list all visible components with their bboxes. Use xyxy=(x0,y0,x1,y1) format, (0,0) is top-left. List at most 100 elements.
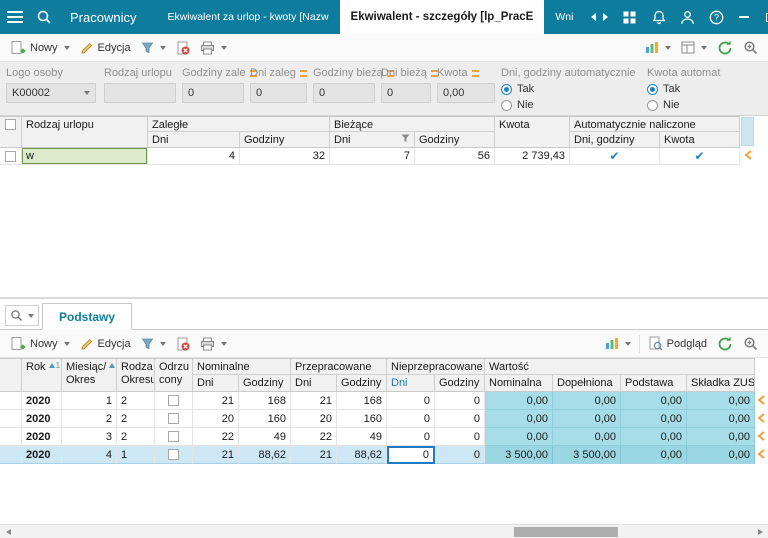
odrzucony-checkbox[interactable] xyxy=(168,395,179,406)
chart-button[interactable] xyxy=(640,39,676,56)
column-group-label[interactable]: Nieprzepracowane xyxy=(387,359,485,375)
column-header-skladka-zus[interactable]: Składka ZUS xyxy=(687,375,755,391)
cell-nominalne-dni[interactable]: 20 xyxy=(193,410,239,428)
cell-nominalne-dni[interactable]: 21 xyxy=(193,392,239,410)
radio-tak[interactable]: Tak xyxy=(501,83,643,95)
odrzucony-checkbox[interactable] xyxy=(168,449,179,460)
cell-nominalne-dni[interactable]: 22 xyxy=(193,428,239,446)
scrollbar-thumb[interactable] xyxy=(514,527,618,537)
cell-wartosc-skladka-zus[interactable]: 0,00 xyxy=(687,446,755,464)
row-checkbox[interactable] xyxy=(5,151,16,162)
column-header-miesiac-okres[interactable]: Miesiąc/2 Okres xyxy=(62,359,117,391)
cell-auto-kwota-checkmark[interactable]: ✔ xyxy=(660,148,740,165)
cell-nominalne-godziny[interactable]: 88,62 xyxy=(239,446,291,464)
edit-button[interactable]: Edycja xyxy=(75,39,136,57)
cell-rok[interactable]: 2020 xyxy=(22,446,62,464)
column-group-label[interactable]: Zaległe xyxy=(148,117,330,132)
cell-wartosc-skladka-zus[interactable]: 0,00 xyxy=(687,428,755,446)
grid2-row[interactable]: 2020 3 2 22 49 22 49 0 0 0,00 0,00 0,00 … xyxy=(0,428,755,446)
cell-wartosc-dopelniona[interactable]: 3 500,00 xyxy=(553,446,621,464)
cell-nieprzepracowane-godziny[interactable]: 0 xyxy=(435,410,485,428)
cell-przepracowane-godziny[interactable]: 160 xyxy=(337,410,387,428)
row-drilldown-arrow-icon[interactable] xyxy=(757,449,765,462)
grid1-vertical-scrollbar[interactable] xyxy=(741,117,754,146)
cell-zalegle-godziny[interactable]: 32 xyxy=(240,148,330,165)
row-drilldown-arrow-icon[interactable] xyxy=(757,431,765,444)
column-header-rok[interactable]: Rok1 xyxy=(22,359,62,391)
cell-przepracowane-dni[interactable]: 22 xyxy=(291,428,337,446)
cell-okres[interactable]: 2 xyxy=(62,410,117,428)
column-group-label[interactable]: Bieżące xyxy=(330,117,495,132)
logo-osoby-select[interactable]: K00002 xyxy=(6,83,96,103)
cell-przepracowane-dni[interactable]: 20 xyxy=(291,410,337,428)
print-button[interactable] xyxy=(195,335,232,353)
column-group-label[interactable]: Przepracowane xyxy=(291,359,387,375)
cell-wartosc-skladka-zus[interactable]: 0,00 xyxy=(687,392,755,410)
grid1-row[interactable]: w 4 32 7 56 2 739,43 ✔ ✔ xyxy=(0,148,740,165)
column-header-nieprzepracowane-godziny[interactable]: Godziny xyxy=(435,375,485,391)
cell-rodzaj-urlopu[interactable]: w xyxy=(22,148,148,165)
hamburger-menu-button[interactable] xyxy=(0,0,29,34)
column-group-label[interactable]: Nominalne xyxy=(193,359,291,375)
column-header-podstawa[interactable]: Podstawa xyxy=(621,375,687,391)
cell-przepracowane-godziny[interactable]: 49 xyxy=(337,428,387,446)
cell-zalegle-dni[interactable]: 4 xyxy=(148,148,240,165)
cell-rodzaj-okresu[interactable]: 1 xyxy=(117,446,155,464)
equals-filter-icon[interactable] xyxy=(300,70,307,77)
cell-wartosc-podstawa[interactable]: 0,00 xyxy=(621,410,687,428)
cell-rodzaj-okresu[interactable]: 2 xyxy=(117,392,155,410)
cell-wartosc-dopelniona[interactable]: 0,00 xyxy=(553,410,621,428)
grid2-row-selected[interactable]: 2020 4 1 21 88,62 21 88,62 0 0 3 500,00 … xyxy=(0,446,755,464)
search-button[interactable] xyxy=(29,0,58,34)
column-header-zalegle-dni[interactable]: Dni xyxy=(148,132,240,147)
cell-nominalne-godziny[interactable]: 160 xyxy=(239,410,291,428)
cell-biezace-godziny[interactable]: 56 xyxy=(415,148,495,165)
apps-grid-button[interactable] xyxy=(615,0,644,34)
rodzaj-urlopu-input[interactable] xyxy=(104,83,176,103)
module-label[interactable]: Pracownicy xyxy=(58,0,156,34)
column-header-rodzaj-urlopu[interactable]: Rodzaj urlopu xyxy=(22,117,148,147)
row-drilldown-arrow-icon[interactable] xyxy=(757,395,765,408)
tab-podstawy[interactable]: Podstawy xyxy=(42,303,132,330)
column-header-nominalne-godziny[interactable]: Godziny xyxy=(239,375,291,391)
cell-wartosc-podstawa[interactable]: 0,00 xyxy=(621,428,687,446)
column-header-nominalna[interactable]: Nominalna xyxy=(485,375,553,391)
cell-okres[interactable]: 4 xyxy=(62,446,117,464)
dni-zalegle-input[interactable]: 0 xyxy=(250,83,307,103)
column-group-label[interactable]: Wartość xyxy=(485,359,755,375)
tab-ekwiwalent-kwoty[interactable]: Ekwiwalent za urlop - kwoty [Nazw xyxy=(156,0,339,34)
column-header-nieprzepracowane-dni[interactable]: Dni xyxy=(387,375,435,391)
cell-przepracowane-dni[interactable]: 21 xyxy=(291,446,337,464)
column-header-rodzaj-okresu[interactable]: Rodza Okresu xyxy=(117,359,155,391)
tab-ekwiwalent-szczegoly[interactable]: Ekwiwalent - szczegóły [lp_PracE xyxy=(340,0,545,34)
column-header-nominalne-dni[interactable]: Dni xyxy=(193,375,239,391)
filter-menu-button[interactable] xyxy=(136,335,171,352)
cell-nieprzepracowane-godziny[interactable]: 0 xyxy=(435,446,485,464)
filter-menu-button[interactable] xyxy=(136,39,171,56)
cell-nieprzepracowane-dni[interactable]: 0 xyxy=(387,392,435,410)
cell-nieprzepracowane-godziny[interactable]: 0 xyxy=(435,392,485,410)
refresh-button[interactable] xyxy=(712,334,738,354)
cell-nieprzepracowane-dni[interactable]: 0 xyxy=(387,410,435,428)
grid2-row[interactable]: 2020 1 2 21 168 21 168 0 0 0,00 0,00 0,0… xyxy=(0,392,755,410)
tab-wnioski[interactable]: Wni xyxy=(544,0,584,34)
cell-wartosc-skladka-zus[interactable]: 0,00 xyxy=(687,410,755,428)
layout-button[interactable] xyxy=(676,39,712,56)
cell-wartosc-nominalna[interactable]: 0,00 xyxy=(485,410,553,428)
cell-wartosc-podstawa[interactable]: 0,00 xyxy=(621,446,687,464)
column-header-auto-dni-godziny[interactable]: Dni, godziny xyxy=(570,132,660,147)
scroll-left-button[interactable] xyxy=(0,525,16,538)
cell-wartosc-nominalna[interactable]: 0,00 xyxy=(485,392,553,410)
column-header-auto-kwota[interactable]: Kwota xyxy=(660,132,740,147)
cell-rok[interactable]: 2020 xyxy=(22,428,62,446)
cell-auto-dni-checkmark[interactable]: ✔ xyxy=(570,148,660,165)
grid2-row[interactable]: 2020 2 2 20 160 20 160 0 0 0,00 0,00 0,0… xyxy=(0,410,755,428)
row-drilldown-arrow-icon[interactable] xyxy=(757,413,765,426)
refresh-button[interactable] xyxy=(712,38,738,58)
equals-filter-icon[interactable] xyxy=(472,70,479,77)
column-header-przepracowane-dni[interactable]: Dni xyxy=(291,375,337,391)
help-button[interactable]: ? xyxy=(702,0,731,34)
cell-okres[interactable]: 3 xyxy=(62,428,117,446)
column-header-zalegle-godziny[interactable]: Godziny xyxy=(240,132,330,147)
edit-button[interactable]: Edycja xyxy=(75,335,136,353)
